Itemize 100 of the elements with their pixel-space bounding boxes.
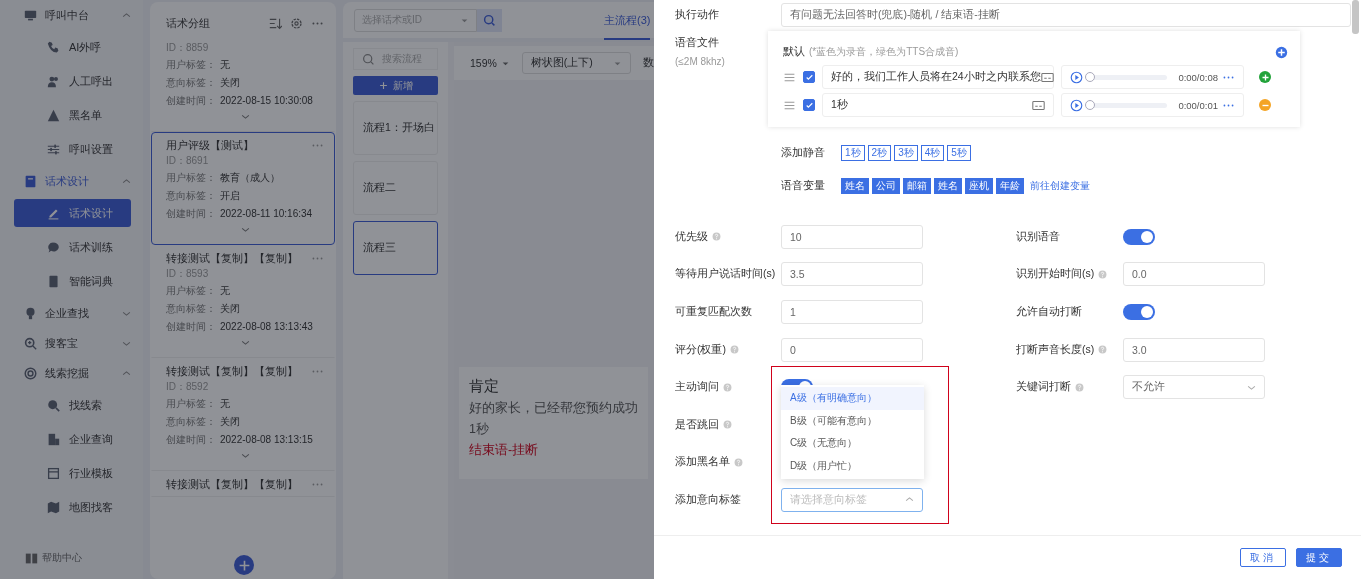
layout-select[interactable]: 树状图(上下) [521,52,631,74]
add-flow-button[interactable]: 新增 [353,76,438,95]
nav-label: 呼叫设置 [69,141,113,157]
variable-tag[interactable]: 年龄 [996,178,1024,194]
create-variable-link[interactable]: 前往创建变量 [1030,179,1090,193]
field-label: 创建时间： [166,433,216,447]
field-label: 打断声音长度(s) [1016,342,1095,357]
field-hint: (≤2M 8khz) [675,56,726,67]
field-label: 用户标签： [166,397,216,411]
checkbox[interactable] [803,71,815,83]
input-field[interactable]: 3.5 [781,262,923,287]
field-label: 允许自动打断 [1016,305,1082,319]
nav-item[interactable]: 企业查询 [14,425,131,453]
field-label: 意向标签： [166,302,216,316]
field-label: 执行动作 [675,8,720,22]
silence-chip[interactable]: 3秒 [894,145,918,161]
nav-group-item[interactable]: 呼叫中台 [0,0,143,30]
checkbox[interactable] [803,99,815,111]
nav-item[interactable]: 黑名单 [14,101,131,129]
nav-item[interactable]: 行业模板 [14,459,131,487]
input-field[interactable]: 0.0 [1123,262,1265,287]
progress-thumb[interactable] [1085,71,1095,82]
color-note: (*蓝色为录音，绿色为TTS合成音) [809,45,960,59]
variable-tag[interactable]: 姓名 [934,178,962,194]
audio-time: 0:00/0:01 [1177,99,1218,111]
nav-group-item[interactable]: 搜客宝 [0,328,143,358]
chevron-down-icon [240,225,250,234]
nav-item[interactable]: 找线索 [14,391,131,419]
node-text: 好的家长，已经帮您预约成功 [469,400,638,417]
field-label: 识别语音 [1016,229,1060,244]
nav-item[interactable]: 人工呼出 [14,67,131,95]
field-label: 等待用户说话时间(s) [675,267,776,282]
action-select[interactable]: 有问题无法回答时(兜底)-随机 / 结束语-挂断 [781,3,1351,27]
toggle-switch[interactable] [1123,304,1155,320]
add-icon[interactable] [1275,45,1288,59]
nav-label: 企业查询 [69,431,113,447]
dropdown-option[interactable]: C级（无意向） [781,432,924,455]
search-button[interactable] [477,8,502,32]
nav-label: 话术设计 [45,173,90,189]
nav-item[interactable]: 话术设计 [14,199,131,227]
nav-item[interactable]: 话术训练 [14,233,131,261]
tab[interactable]: 主流程(3) [604,0,651,40]
variable-tag[interactable]: 邮箱 [903,178,931,194]
chat-bubble-icon [47,240,60,254]
flow-item[interactable]: 流程二 [353,161,438,215]
nav-item[interactable]: AI外呼 [14,33,131,61]
sort-icon[interactable] [269,17,282,30]
input-field[interactable]: 3.0 [1123,337,1265,362]
nav-label: 找线索 [69,397,102,413]
field-value: 无 [220,397,230,411]
select-field[interactable]: 不允许 [1123,375,1265,400]
nav-item[interactable]: 智能词典 [14,267,131,295]
add-button[interactable] [234,555,254,575]
building-icon [47,432,60,446]
variable-tag[interactable]: 座机 [965,178,993,194]
nav-item[interactable]: 地图找客 [14,493,131,521]
script-card[interactable]: 转接测试【复制】【复制】 [151,471,335,497]
submit-button[interactable]: 提交 [1296,548,1342,567]
dropdown-option[interactable]: A级（有明确意向） [781,387,924,410]
select-value: 不允许 [1132,380,1165,395]
field-value: 2022-08-15 10:30:08 [220,94,313,108]
flow-item[interactable]: 流程1：开场白 [353,101,438,155]
play-icon[interactable] [1070,98,1083,112]
play-icon[interactable] [1070,70,1083,84]
silence-chip[interactable]: 5秒 [947,145,971,161]
subtitle-icon[interactable] [1032,98,1045,112]
silence-chip[interactable]: 1秒 [841,145,865,161]
field-label: 识别开始时间(s) [1016,267,1095,282]
plus-icon [1260,72,1270,82]
variable-tag[interactable]: 公司 [872,178,900,194]
add-button[interactable] [1259,71,1271,83]
field-label: 创建时间： [166,94,216,108]
progress-thumb[interactable] [1085,99,1095,110]
remove-button[interactable] [1259,99,1271,111]
dropdown-option[interactable]: B级（可能有意向） [781,409,924,432]
nav-group-item[interactable]: 话术设计 [0,166,143,196]
nav-group-item[interactable]: 线索挖掘 [0,358,143,388]
nav-group-item[interactable]: 企业查找 [0,298,143,328]
silence-chip[interactable]: 4秒 [920,145,945,161]
subtitle-icon[interactable] [1040,70,1054,84]
input-field[interactable]: 10 [781,224,923,249]
nav-label: 呼叫中台 [45,7,90,23]
chevron-down-icon [240,338,250,347]
voice-text-field[interactable]: 好的，我们工作人员将在24小时之内联系您 [822,65,1054,89]
select-placeholder: 请选择意向标签 [790,492,867,507]
help-link[interactable]: 帮助中心 [42,551,82,565]
input-field[interactable]: 1 [781,300,923,324]
voice-text-field[interactable]: 1秒 [822,93,1054,117]
nav-item[interactable]: 呼叫设置 [14,135,131,163]
settings-icon[interactable] [290,17,303,30]
toggle-switch[interactable] [1123,228,1155,245]
input-field[interactable]: 0 [781,337,923,362]
field-label: 优先级 [675,229,708,244]
card-title: 用户评级【测试】 [166,137,254,153]
cancel-button[interactable]: 取消 [1240,548,1286,567]
zoom-select[interactable]: 159% [470,57,510,69]
dropdown-option[interactable]: D级（用户忙） [781,454,924,477]
variable-tag[interactable]: 姓名 [841,178,869,194]
silence-chip[interactable]: 2秒 [867,145,892,161]
field-label: 添加静音 [781,146,826,160]
